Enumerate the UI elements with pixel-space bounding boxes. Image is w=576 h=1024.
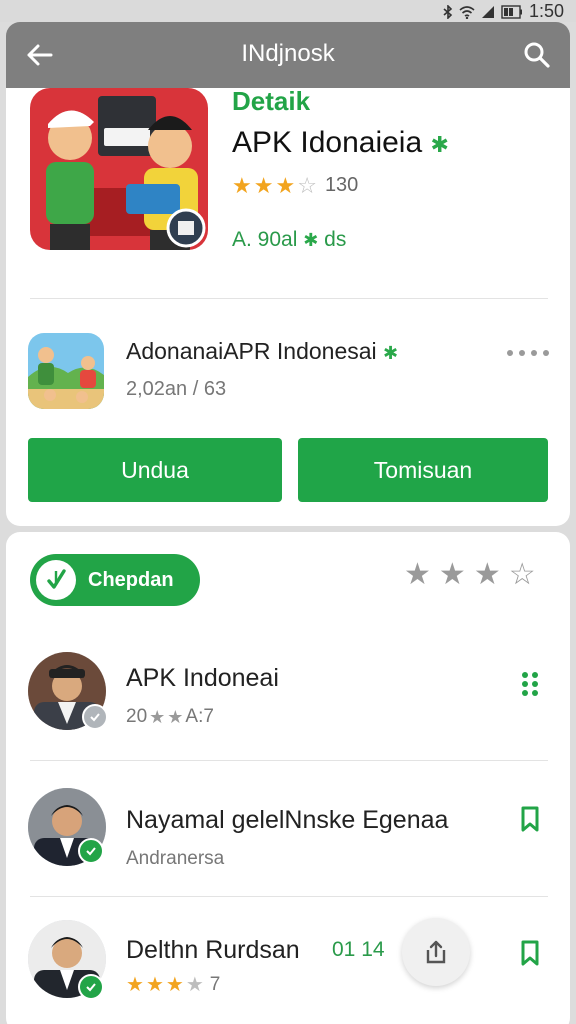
reviewer-rating-count: 7 (209, 974, 221, 995)
badge-label: Chepdan (88, 568, 174, 591)
app-meta-text: A. 90al (232, 228, 298, 251)
reviews-header-stars: ★ ★ ★ ☆ (404, 560, 536, 590)
star-icon: ★ (438, 558, 466, 591)
related-app-illustration (28, 333, 104, 409)
share-icon (426, 940, 446, 964)
star-icon: ★ (165, 974, 184, 996)
avatar-badge (78, 974, 104, 1000)
star-empty-icon: ☆ (297, 172, 317, 198)
rating-count: 130 (324, 174, 359, 196)
secondary-action-button[interactable]: Tomisuan (298, 438, 548, 502)
reviewer-meta-prefix: 20 (126, 706, 148, 727)
app-meta-suffix: ds (324, 228, 347, 251)
app-detail-card: Detaik APK Idonaieia ✱ ★ ★ ★ ☆ 130 A. 90… (6, 86, 570, 526)
verified-icon (90, 713, 100, 722)
reviews-card: Chepdan ★ ★ ★ ☆ APK Indoneai 20 ★ ★ A:7 (6, 532, 570, 1024)
search-button[interactable] (518, 36, 556, 74)
more-options-icon[interactable] (506, 346, 550, 360)
reviewer-rating: ★ ★ ★ ★ 7 (126, 974, 220, 996)
app-hero-image[interactable] (30, 88, 208, 250)
status-time: 1:50 (528, 1, 564, 21)
sparkle-icon: ✱ (303, 230, 319, 250)
app-title-text: APK Idonaieia (232, 126, 423, 159)
status-icons: 1:50 (443, 1, 564, 22)
reviewer-name: Delthn Rurdsan (126, 936, 300, 964)
share-button[interactable] (402, 918, 470, 986)
divider (30, 760, 548, 761)
hero-rating: ★ ★ ★ ☆ 130 (232, 174, 358, 197)
reviewer-name: APK Indoneai (126, 664, 279, 692)
wifi-icon (459, 5, 475, 19)
sparkle-icon: ✱ (430, 132, 449, 157)
bookmark-icon[interactable] (514, 938, 546, 970)
reviews-badge[interactable]: Chepdan (30, 554, 200, 606)
related-app-icon[interactable] (28, 333, 104, 409)
divider (30, 298, 548, 299)
star-icon: ★ (232, 172, 252, 198)
related-app-stats: 2,02an / 63 (126, 378, 227, 400)
section-label: Detaik (232, 86, 311, 116)
related-app-name[interactable]: AdonanaiAPR Indonesai ✱ (126, 338, 398, 365)
star-empty-icon: ★ (185, 974, 204, 996)
search-icon (524, 42, 550, 68)
star-icon: ★ (473, 558, 501, 591)
signal-icon (481, 5, 494, 18)
star-empty-icon: ☆ (508, 558, 536, 591)
bookmark-icon[interactable] (514, 804, 546, 836)
status-bar: 1:50 (0, 0, 576, 22)
download-check-icon (47, 569, 66, 589)
download-button[interactable]: Undua (28, 438, 282, 502)
badge-circle (36, 560, 76, 600)
related-app-name-text: AdonanaiAPR Indonesai (126, 338, 377, 364)
avatar-badge (82, 704, 108, 730)
star-icon: ★ (167, 707, 184, 727)
star-icon: ★ (275, 172, 296, 198)
reviewer-meta-suffix: A:7 (185, 706, 214, 727)
verified-icon (86, 983, 96, 992)
app-title-main: APK Idonaieia ✱ (232, 126, 449, 160)
star-icon: ★ (145, 974, 164, 996)
divider (30, 896, 548, 897)
app-bar: INdjnosk (6, 22, 570, 88)
reviewer-name: Nayamal gelelNnske Egenaa (126, 806, 449, 834)
reviewer-meta: 20 ★ ★ A:7 (126, 706, 214, 728)
app-title: INdjnosk (241, 40, 335, 67)
star-icon: ★ (404, 558, 431, 591)
bluetooth-icon (443, 4, 453, 19)
avatar-badge (78, 838, 104, 864)
battery-icon (501, 4, 522, 19)
grid-dots-icon[interactable] (514, 668, 546, 700)
star-icon: ★ (126, 974, 144, 996)
sparkle-icon: ✱ (383, 343, 399, 363)
star-icon: ★ (253, 172, 274, 198)
app-meta: A. 90al ✱ ds (232, 228, 346, 252)
review-time: 01 14 (332, 938, 385, 961)
reviewer-meta: Andranersa (126, 848, 225, 869)
hero-illustration (30, 88, 208, 250)
star-icon: ★ (149, 707, 166, 727)
verified-icon (86, 847, 96, 856)
